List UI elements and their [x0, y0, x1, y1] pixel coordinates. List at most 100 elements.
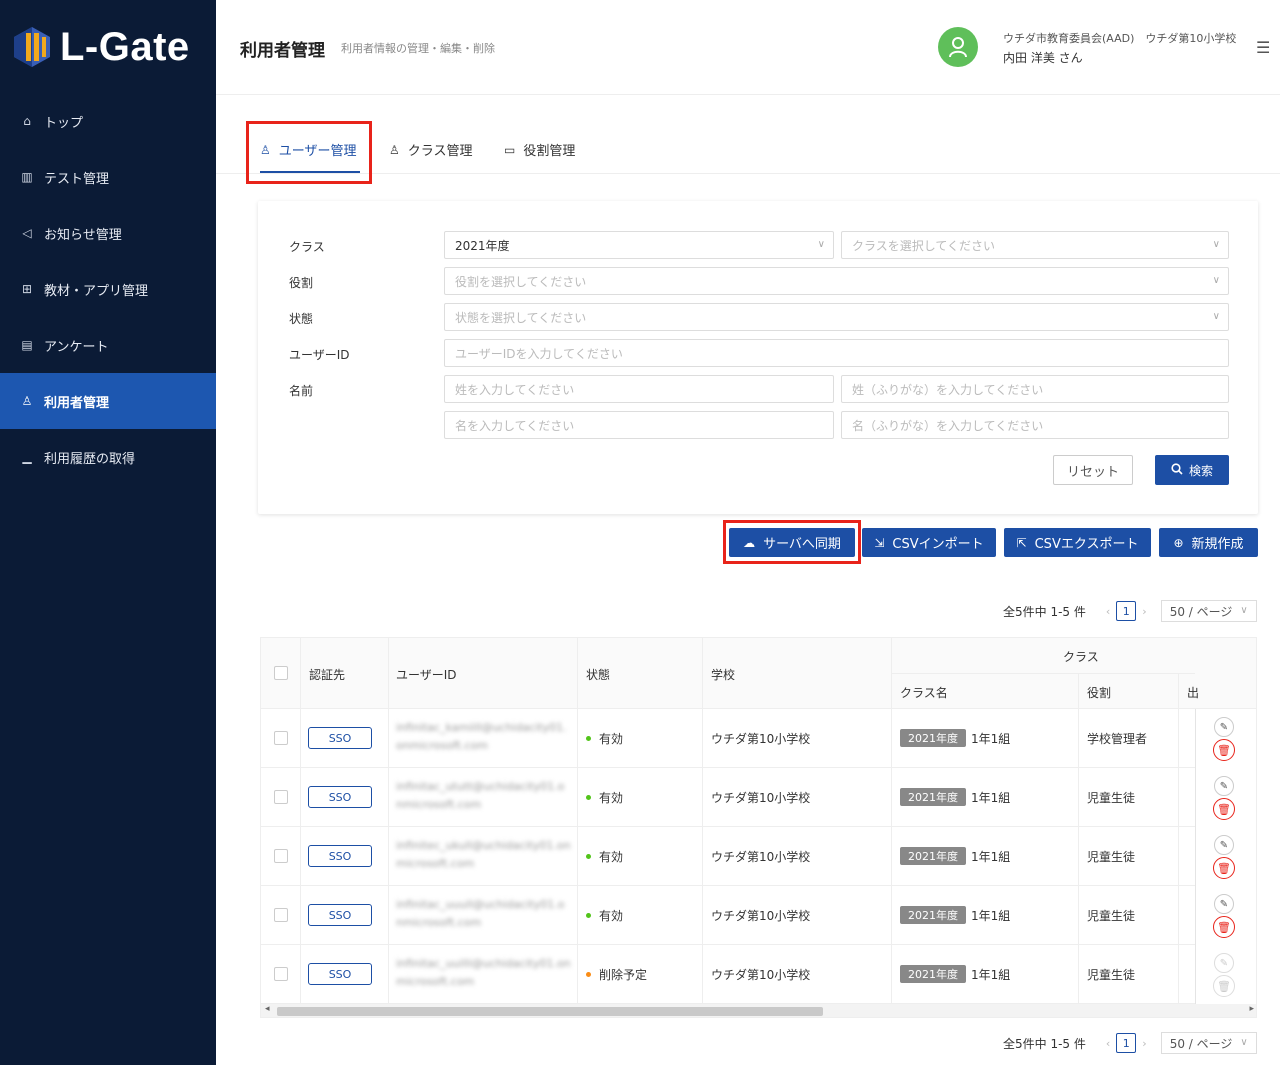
trash-icon[interactable]: 🗑︎: [1213, 798, 1235, 820]
search-button[interactable]: 検索: [1155, 455, 1229, 485]
user-id-cell: infinitac_uuilli@uchidacity01.onmicrosof…: [396, 957, 571, 988]
highlight-box-sync: [723, 520, 861, 564]
year-badge: 2021年度: [900, 906, 966, 924]
class-year-select[interactable]: 2021年度 ∨: [444, 231, 834, 259]
pagination-summary: 全5件中 1-5 件: [1003, 1036, 1086, 1051]
firstname-kana-input[interactable]: 名（ふりがな）を入力してください: [841, 411, 1229, 439]
sidebar-item-materials[interactable]: ⊞ 教材・アプリ管理: [0, 261, 216, 317]
plus-square-icon: ⊞: [21, 282, 33, 296]
row-checkbox[interactable]: [274, 849, 288, 863]
year-badge: 2021年度: [900, 729, 966, 747]
role-cell: 児童生徒: [1087, 968, 1136, 982]
per-page-select[interactable]: 50 / ページ ∨: [1160, 1032, 1257, 1054]
chevron-down-icon: ∨: [1212, 311, 1220, 322]
row-checkbox[interactable]: [274, 731, 288, 745]
sidebar-item-top[interactable]: ⌂ トップ: [0, 93, 216, 149]
trash-icon[interactable]: 🗑︎: [1213, 975, 1235, 997]
pagination-summary: 全5件中 1-5 件: [1003, 604, 1086, 619]
userid-placeholder: ユーザーIDを入力してください: [455, 346, 623, 361]
sidebar-item-survey[interactable]: ▤ アンケート: [0, 317, 216, 373]
page-number-button[interactable]: 1: [1116, 1033, 1137, 1053]
status-text: 有効: [599, 732, 624, 746]
lastname-kana-input[interactable]: 姓（ふりがな）を入力してください: [841, 375, 1229, 403]
school-cell: ウチダ第10小学校: [711, 732, 811, 746]
sidebar-nav: ⌂ トップ ▥ テスト管理 ◁ お知らせ管理 ⊞ 教材・アプリ管理 ▤ アンケー…: [0, 93, 216, 485]
sidebar-item-notices[interactable]: ◁ お知らせ管理: [0, 205, 216, 261]
csv-import-button[interactable]: ⇲ CSVインポート: [862, 528, 996, 557]
tab-role-management[interactable]: ▭ 役割管理: [504, 140, 575, 160]
book-icon: ▥: [21, 170, 33, 184]
filter-label-name: 名前: [289, 384, 314, 398]
chevron-left-icon[interactable]: ‹: [1106, 1037, 1110, 1050]
trash-icon[interactable]: 🗑︎: [1213, 916, 1235, 938]
scroll-thumb[interactable]: [277, 1007, 823, 1016]
horizontal-scrollbar[interactable]: ◂ ▸: [261, 1004, 1256, 1017]
chevron-right-icon[interactable]: ›: [1142, 1037, 1146, 1050]
sidebar-item-label: トップ: [44, 115, 84, 131]
header-class-name: クラス名: [900, 686, 948, 700]
lastname-input[interactable]: 姓を入力してください: [444, 375, 834, 403]
sidebar-item-test[interactable]: ▥ テスト管理: [0, 149, 216, 205]
auth-badge: SSO: [308, 845, 372, 867]
logo[interactable]: L-Gate: [12, 22, 190, 72]
auth-badge: SSO: [308, 904, 372, 926]
scroll-left-icon[interactable]: ◂: [265, 1004, 270, 1014]
avatar[interactable]: [938, 27, 978, 67]
chevron-left-icon[interactable]: ‹: [1106, 605, 1110, 618]
scroll-right-icon[interactable]: ▸: [1249, 1004, 1254, 1014]
user-icon: ♙: [389, 142, 400, 157]
edit-icon[interactable]: ✎: [1214, 953, 1234, 973]
edit-icon[interactable]: ✎: [1214, 835, 1234, 855]
status-select[interactable]: 状態を選択してください ∨: [444, 303, 1229, 331]
logo-mark-icon: [12, 25, 52, 69]
megaphone-icon: ◁: [22, 226, 32, 240]
userid-input[interactable]: ユーザーIDを入力してください: [444, 339, 1229, 367]
tab-class-management[interactable]: ♙ クラス管理: [389, 140, 473, 160]
class-name-cell: 1年1組: [971, 791, 1011, 805]
edit-icon[interactable]: ✎: [1214, 776, 1234, 796]
csv-export-button[interactable]: ⇱ CSVエクスポート: [1004, 528, 1151, 557]
status-dot: [586, 972, 591, 977]
edit-icon[interactable]: ✎: [1214, 717, 1234, 737]
edit-icon[interactable]: ✎: [1214, 894, 1234, 914]
year-badge: 2021年度: [900, 847, 966, 865]
row-checkbox[interactable]: [274, 967, 288, 981]
trash-icon[interactable]: 🗑︎: [1213, 739, 1235, 761]
header-auth: 認証先: [309, 668, 346, 682]
sidebar-item-history[interactable]: ▁ 利用履歴の取得: [0, 429, 216, 485]
table-row: SSO infinitac_kamiill@uchidacity01.onmicr…: [261, 709, 1256, 768]
role-select[interactable]: 役割を選択してください ∨: [444, 267, 1229, 295]
role-cell: 児童生徒: [1087, 791, 1136, 805]
firstname-input[interactable]: 名を入力してください: [444, 411, 834, 439]
pagination-bottom: 全5件中 1-5 件 ‹ 1 › 50 / ページ ∨: [1003, 1032, 1257, 1054]
reset-button[interactable]: リセット: [1053, 455, 1133, 485]
sidebar-item-label: アンケート: [44, 339, 109, 355]
brand-name: L-Gate: [60, 24, 190, 69]
sidebar-item-users[interactable]: ♙ 利用者管理: [0, 373, 216, 429]
chevron-down-icon: ∨: [1240, 605, 1248, 616]
per-page-select[interactable]: 50 / ページ ∨: [1160, 600, 1257, 622]
new-create-button[interactable]: ⊕ 新規作成: [1159, 528, 1258, 557]
chevron-down-icon: ∨: [1212, 275, 1220, 286]
table-row: SSO infinitac_ututt@uchidacity01.onmicros…: [261, 768, 1256, 827]
row-checkbox[interactable]: [274, 908, 288, 922]
sidebar-item-label: 教材・アプリ管理: [44, 283, 149, 299]
bar-chart-icon: ▁: [22, 450, 32, 464]
menu-icon[interactable]: ☰: [1256, 38, 1270, 57]
row-actions: ✎ 🗑︎: [1195, 945, 1256, 1004]
table-header: 認証先 ユーザーID 状態 学校 クラス クラス名 役割 出: [261, 638, 1256, 709]
select-all-checkbox[interactable]: [274, 666, 288, 680]
row-checkbox[interactable]: [274, 790, 288, 804]
class-placeholder: クラスを選択してください: [852, 238, 996, 253]
user-id-cell: infinitec_ukull@uchidacity01.onmicrosoft…: [396, 839, 571, 870]
page-number-button[interactable]: 1: [1116, 601, 1137, 621]
class-select[interactable]: クラスを選択してください ∨: [841, 231, 1229, 259]
users-icon: ♙: [21, 394, 33, 408]
auth-badge: SSO: [308, 727, 372, 749]
class-year-value: 2021年度: [455, 238, 510, 253]
import-icon: ⇲: [874, 535, 885, 550]
status-dot: [586, 795, 591, 800]
header-user-id: ユーザーID: [396, 668, 457, 682]
chevron-right-icon[interactable]: ›: [1142, 605, 1146, 618]
trash-icon[interactable]: 🗑︎: [1213, 857, 1235, 879]
